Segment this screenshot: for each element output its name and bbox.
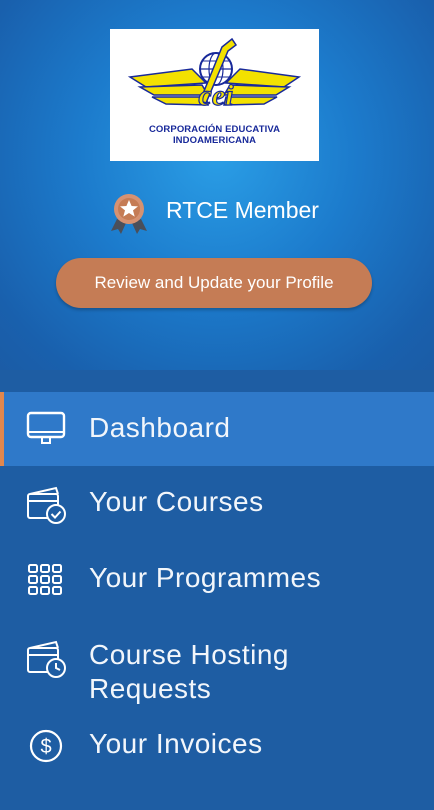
nav-item-dashboard[interactable]: Dashboard	[0, 392, 434, 466]
organization-logo: cei CORPORACIÓN EDUCATIVA INDOAMERICANA	[110, 29, 319, 161]
membership-status: RTCE Member	[0, 189, 434, 234]
monitor-icon	[26, 411, 66, 444]
logo-text-line2: INDOAMERICANA	[172, 135, 257, 146]
nav-item-your-invoices[interactable]: $ Your Invoices	[0, 728, 434, 810]
membership-label: RTCE Member	[166, 197, 319, 223]
medal-star-icon	[111, 194, 147, 234]
grid-icon	[28, 564, 62, 595]
calendar-clock-icon	[27, 640, 66, 678]
nav-item-your-courses[interactable]: Your Courses	[0, 466, 434, 542]
profile-header: cei CORPORACIÓN EDUCATIVA INDOAMERICANA …	[0, 0, 434, 370]
nav-label-line2: Requests	[89, 673, 212, 704]
logo-text-line1: CORPORACIÓN EDUCATIVA	[148, 124, 281, 135]
sidebar-nav: Dashboard Your Courses Your Programmes C…	[0, 392, 434, 810]
svg-text:$: $	[40, 736, 51, 758]
nav-item-course-hosting-requests[interactable]: Course Hosting Requests	[0, 618, 434, 734]
svg-text:cei: cei	[199, 79, 235, 112]
review-profile-button[interactable]: Review and Update your Profile	[56, 258, 372, 308]
nav-item-your-programmes[interactable]: Your Programmes	[0, 542, 434, 618]
nav-label-your-invoices: Your Invoices	[89, 728, 263, 759]
nav-label-line1: Course Hosting	[89, 639, 289, 670]
nav-label-dashboard: Dashboard	[89, 412, 231, 443]
nav-label-your-courses: Your Courses	[89, 486, 264, 517]
nav-label-your-programmes: Your Programmes	[89, 562, 322, 593]
nav-label-course-hosting-requests: Course Hosting Requests	[89, 638, 289, 706]
dollar-circle-icon: $	[29, 729, 63, 763]
calendar-check-icon	[27, 486, 66, 524]
